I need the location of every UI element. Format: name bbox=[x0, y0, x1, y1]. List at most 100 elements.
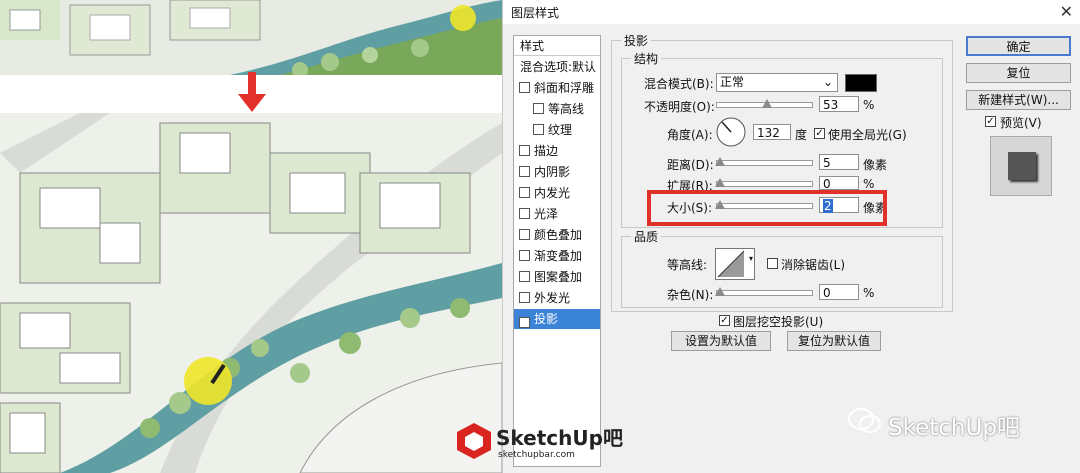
distance-label: 距离(D): bbox=[667, 158, 714, 172]
checkbox[interactable] bbox=[519, 166, 530, 177]
dialog-title: 图层样式 bbox=[511, 6, 560, 20]
wechat-icon bbox=[848, 406, 882, 436]
style-item-stroke[interactable]: 描边 bbox=[514, 141, 600, 161]
map-preview bbox=[0, 0, 502, 473]
blend-mode-value: 正常 bbox=[720, 75, 745, 89]
style-item-pattern-overlay[interactable]: 图案叠加 bbox=[514, 267, 600, 287]
drop-shadow-title: 投影 bbox=[621, 32, 652, 49]
slider-thumb[interactable] bbox=[715, 287, 725, 296]
preview-label: 预览(V) bbox=[1000, 116, 1042, 130]
contour-label: 等高线: bbox=[667, 258, 708, 272]
opacity-label: 不透明度(O): bbox=[644, 100, 715, 114]
style-item-label: 外发光 bbox=[534, 291, 571, 305]
blend-options-item[interactable]: 混合选项:默认 bbox=[514, 57, 600, 77]
knockout-checkbox[interactable]: ✓ bbox=[719, 315, 730, 326]
style-item-label: 颜色叠加 bbox=[534, 228, 583, 242]
spread-unit: % bbox=[863, 177, 875, 191]
checkbox[interactable] bbox=[519, 82, 530, 93]
quality-title: 品质 bbox=[631, 228, 662, 245]
checkbox[interactable] bbox=[519, 229, 530, 240]
blend-mode-label: 混合模式(B): bbox=[644, 77, 714, 91]
cursor-highlight-top bbox=[450, 5, 476, 31]
style-item-inner-shadow[interactable]: 内阴影 bbox=[514, 162, 600, 182]
checkbox[interactable] bbox=[533, 124, 544, 135]
style-item-label: 描边 bbox=[534, 144, 559, 158]
watermark-text: SketchUp吧 bbox=[888, 415, 1020, 441]
style-item-drop-shadow[interactable]: ✓ 投影 bbox=[514, 309, 600, 329]
style-item-label: 等高线 bbox=[548, 102, 585, 116]
chevron-down-icon: ▾ bbox=[748, 254, 753, 263]
slider-thumb[interactable] bbox=[715, 178, 725, 187]
style-item-color-overlay[interactable]: 颜色叠加 bbox=[514, 225, 600, 245]
layer-style-dialog: 图层样式 ✕ 样式 混合选项:默认 斜面和浮雕 等高线 纹理 描边 内阴影 内发… bbox=[502, 0, 1080, 473]
logo-text: SketchUp吧 bbox=[496, 426, 623, 450]
preview-checkbox[interactable]: ✓ bbox=[985, 116, 996, 127]
antialias-checkbox[interactable] bbox=[767, 258, 778, 269]
structure-title: 结构 bbox=[631, 50, 662, 67]
map-top-view bbox=[0, 0, 502, 75]
checkbox[interactable] bbox=[533, 103, 544, 114]
style-item-texture[interactable]: 纹理 bbox=[514, 120, 600, 140]
ok-button[interactable]: 确定 bbox=[966, 36, 1071, 56]
antialias-label: 消除锯齿(L) bbox=[781, 258, 846, 272]
noise-slider[interactable] bbox=[715, 287, 813, 296]
distance-input[interactable]: 5 bbox=[819, 154, 859, 170]
logo-cube-icon bbox=[457, 423, 491, 459]
contour-picker[interactable]: ▾ bbox=[715, 248, 755, 280]
style-item-label: 内阴影 bbox=[534, 165, 571, 179]
checkbox[interactable] bbox=[519, 271, 530, 282]
checkbox[interactable] bbox=[519, 145, 530, 156]
reset-default-button[interactable]: 复位为默认值 bbox=[787, 331, 881, 351]
style-item-contour[interactable]: 等高线 bbox=[514, 99, 600, 119]
style-item-label: 渐变叠加 bbox=[534, 249, 583, 263]
map-main-view bbox=[0, 113, 502, 473]
style-item-satin[interactable]: 光泽 bbox=[514, 204, 600, 224]
cursor-highlight-bottom bbox=[184, 357, 232, 405]
reset-button[interactable]: 复位 bbox=[966, 63, 1071, 83]
slider-thumb[interactable] bbox=[715, 157, 725, 166]
spread-input[interactable]: 0 bbox=[819, 176, 859, 191]
style-item-bevel[interactable]: 斜面和浮雕 bbox=[514, 78, 600, 98]
knockout-label: 图层挖空投影(U) bbox=[733, 315, 824, 329]
style-item-label: 内发光 bbox=[534, 186, 571, 200]
angle-dial-icon[interactable] bbox=[715, 116, 747, 148]
spread-slider[interactable] bbox=[715, 178, 813, 187]
angle-input[interactable]: 132 bbox=[753, 124, 791, 140]
style-item-label: 图案叠加 bbox=[534, 270, 583, 284]
noise-input[interactable]: 0 bbox=[819, 284, 859, 300]
slider-thumb[interactable] bbox=[762, 99, 772, 108]
style-item-label: 斜面和浮雕 bbox=[534, 81, 595, 95]
style-list: 样式 混合选项:默认 斜面和浮雕 等高线 纹理 描边 内阴影 内发光 光泽 颜色… bbox=[513, 35, 601, 467]
make-default-button[interactable]: 设置为默认值 bbox=[671, 331, 771, 351]
preview-swatch bbox=[1008, 152, 1036, 180]
opacity-unit: % bbox=[863, 98, 875, 112]
checkbox[interactable]: ✓ bbox=[519, 317, 530, 328]
blend-mode-select[interactable]: 正常 ⌄ bbox=[716, 73, 838, 92]
distance-slider[interactable] bbox=[715, 157, 813, 166]
checkbox[interactable] bbox=[519, 187, 530, 198]
style-item-outer-glow[interactable]: 外发光 bbox=[514, 288, 600, 308]
global-light-label: 使用全局光(G) bbox=[828, 128, 907, 142]
opacity-input[interactable]: 53 bbox=[819, 96, 859, 112]
shadow-color-swatch[interactable] bbox=[845, 74, 877, 92]
logo-url: sketchupbar.com bbox=[498, 450, 575, 460]
style-item-label: 光泽 bbox=[534, 207, 559, 221]
new-style-button[interactable]: 新建样式(W)... bbox=[966, 90, 1071, 110]
style-item-gradient-overlay[interactable]: 渐变叠加 bbox=[514, 246, 600, 266]
opacity-slider[interactable] bbox=[716, 99, 813, 108]
size-highlight-box bbox=[647, 190, 887, 226]
style-item-label: 纹理 bbox=[548, 123, 573, 137]
checkbox[interactable] bbox=[519, 250, 530, 261]
checkbox[interactable] bbox=[519, 208, 530, 219]
checkbox[interactable] bbox=[519, 292, 530, 303]
chevron-down-icon: ⌄ bbox=[822, 75, 833, 89]
sketchupbar-logo: SketchUp吧 sketchupbar.com bbox=[456, 420, 626, 468]
style-list-header: 样式 bbox=[514, 36, 600, 56]
noise-unit: % bbox=[863, 286, 875, 300]
preview-thumbnail bbox=[990, 136, 1052, 196]
style-item-inner-glow[interactable]: 内发光 bbox=[514, 183, 600, 203]
angle-unit: 度 bbox=[795, 128, 808, 142]
global-light-checkbox[interactable]: ✓ bbox=[814, 128, 825, 139]
close-icon[interactable]: ✕ bbox=[1060, 2, 1073, 21]
contour-preview-icon bbox=[717, 250, 745, 278]
